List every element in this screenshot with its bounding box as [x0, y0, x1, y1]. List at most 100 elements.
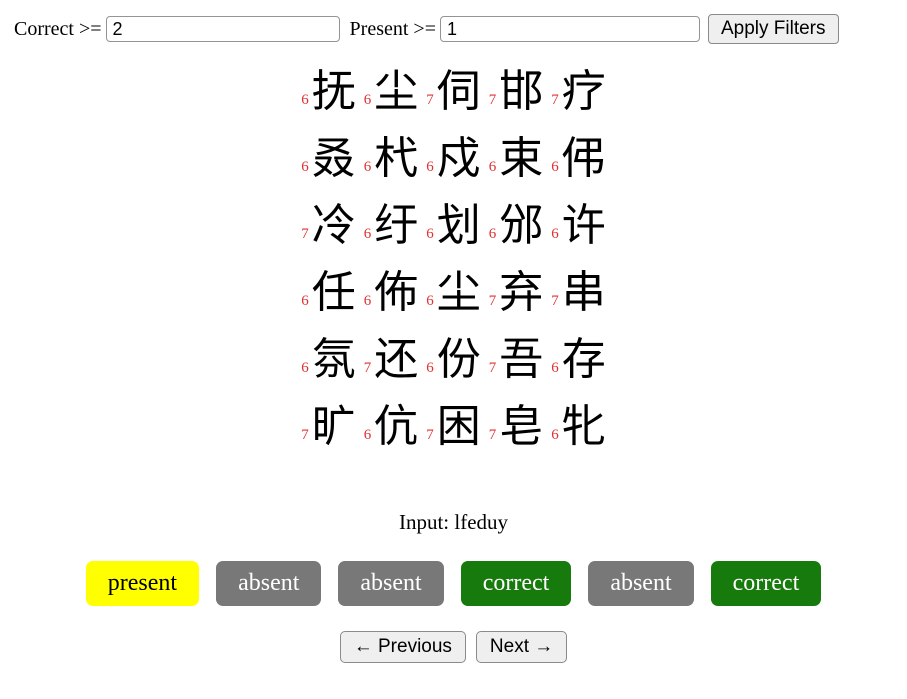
character-count: 6 — [426, 293, 434, 309]
character-glyph: 邠 — [499, 200, 544, 251]
character-count: 7 — [301, 226, 309, 242]
character-cell[interactable]: 7 皂 — [489, 405, 544, 449]
character-cell[interactable]: 6 杙 — [364, 137, 419, 181]
grid-row: 6 氛 7 还 6 份 7 吾 6 存 — [297, 338, 610, 405]
character-cell[interactable]: 7 吾 — [489, 338, 544, 382]
previous-button[interactable]: ← Previous — [339, 631, 466, 664]
character-glyph: 束 — [499, 133, 544, 184]
character-cell[interactable]: 7 困 — [426, 405, 481, 449]
present-filter-label: Present >= — [349, 17, 436, 40]
character-glyph: 许 — [561, 200, 606, 251]
character-glyph: 叒 — [311, 133, 356, 184]
character-glyph: 氛 — [311, 334, 356, 385]
character-count: 6 — [426, 360, 434, 376]
character-count: 6 — [363, 92, 372, 108]
character-count: 6 — [488, 226, 497, 242]
status-badge[interactable]: absent — [338, 561, 444, 607]
character-cell[interactable]: 7 疗 — [551, 70, 606, 114]
character-cell[interactable]: 6 任 — [301, 271, 356, 315]
character-cell[interactable]: 7 伺 — [426, 70, 481, 114]
character-glyph: 戍 — [436, 133, 481, 184]
character-glyph: 杙 — [374, 133, 419, 184]
character-grid: 6 抚 6 尘 7 伺 7 邯 7 疗 6 叒 6 杙 6 戍 6 束 6 伄 … — [0, 70, 907, 472]
character-cell[interactable]: 7 弃 — [489, 271, 544, 315]
character-cell[interactable]: 6 许 — [551, 204, 606, 248]
character-cell[interactable]: 6 伉 — [364, 405, 419, 449]
character-count: 6 — [426, 159, 434, 175]
character-count: 7 — [488, 92, 497, 108]
character-cell[interactable]: 6 邠 — [489, 204, 544, 248]
character-count: 7 — [363, 360, 372, 376]
character-count: 6 — [363, 427, 372, 443]
status-badge[interactable]: absent — [588, 561, 694, 607]
navigation-bar: ← Previous Next → — [0, 631, 907, 664]
character-cell[interactable]: 7 还 — [364, 338, 419, 382]
input-display: Input: lfeduy — [398, 510, 509, 534]
character-glyph: 纡 — [374, 200, 419, 251]
status-badge[interactable]: present — [85, 561, 200, 607]
character-count: 6 — [551, 226, 559, 242]
character-glyph: 邯 — [499, 66, 544, 117]
character-glyph: 疗 — [561, 66, 606, 117]
character-count: 6 — [301, 159, 309, 175]
character-cell[interactable]: 6 叒 — [301, 137, 356, 181]
character-glyph: 尘 — [436, 267, 481, 318]
character-cell[interactable]: 6 存 — [551, 338, 606, 382]
character-cell[interactable]: 6 尘 — [426, 271, 481, 315]
character-cell[interactable]: 6 尘 — [364, 70, 419, 114]
status-badge[interactable]: correct — [460, 561, 572, 607]
character-count: 7 — [426, 427, 434, 443]
status-badge[interactable]: absent — [216, 561, 322, 607]
character-count: 7 — [488, 293, 497, 309]
character-cell[interactable]: 6 纡 — [364, 204, 419, 248]
status-badge-row: present absent absent correct absent cor… — [0, 561, 907, 607]
character-glyph: 佈 — [374, 267, 419, 318]
correct-filter-label: Correct >= — [14, 17, 102, 40]
character-count: 6 — [363, 226, 372, 242]
character-glyph: 份 — [436, 334, 481, 385]
character-count: 7 — [488, 360, 497, 376]
status-badge[interactable]: correct — [710, 561, 822, 607]
character-count: 7 — [426, 92, 434, 108]
character-glyph: 伺 — [436, 66, 481, 117]
character-count: 6 — [363, 159, 372, 175]
character-cell[interactable]: 6 束 — [489, 137, 544, 181]
character-cell[interactable]: 7 邯 — [489, 70, 544, 114]
character-cell[interactable]: 6 氛 — [301, 338, 356, 382]
character-cell[interactable]: 6 划 — [426, 204, 481, 248]
character-glyph: 任 — [311, 267, 356, 318]
character-count: 6 — [488, 159, 497, 175]
grid-row: 6 抚 6 尘 7 伺 7 邯 7 疗 — [297, 70, 610, 137]
character-glyph: 抚 — [311, 66, 356, 117]
character-cell[interactable]: 6 伄 — [551, 137, 606, 181]
character-cell[interactable]: 6 抚 — [301, 70, 356, 114]
character-cell[interactable]: 6 戍 — [426, 137, 481, 181]
character-count: 7 — [488, 427, 497, 443]
present-threshold-input[interactable] — [439, 16, 700, 42]
character-count: 6 — [551, 427, 559, 443]
grid-row: 6 任 6 佈 6 尘 7 弃 7 串 — [297, 271, 610, 338]
correct-threshold-input[interactable] — [105, 16, 340, 42]
character-cell[interactable]: 6 牝 — [551, 405, 606, 449]
character-glyph: 皂 — [499, 401, 544, 452]
character-cell[interactable]: 6 份 — [426, 338, 481, 382]
character-glyph: 困 — [436, 401, 481, 452]
character-count: 7 — [551, 293, 559, 309]
character-cell[interactable]: 7 串 — [551, 271, 606, 315]
character-cell[interactable]: 7 旷 — [301, 405, 356, 449]
character-glyph: 存 — [561, 334, 606, 385]
grid-row: 6 叒 6 杙 6 戍 6 束 6 伄 — [297, 137, 610, 204]
character-glyph: 划 — [436, 200, 481, 251]
character-glyph: 伄 — [561, 133, 606, 184]
character-count: 6 — [551, 159, 559, 175]
apply-filters-button[interactable]: Apply Filters — [707, 14, 839, 44]
character-count: 7 — [551, 92, 559, 108]
next-button[interactable]: Next → — [475, 631, 568, 664]
grid-row: 7 旷 6 伉 7 困 7 皂 6 牝 — [297, 405, 610, 472]
character-glyph: 冷 — [311, 200, 356, 251]
character-cell[interactable]: 7 冷 — [301, 204, 356, 248]
character-glyph: 尘 — [374, 66, 419, 117]
character-count: 6 — [301, 92, 309, 108]
character-glyph: 伉 — [374, 401, 419, 452]
character-cell[interactable]: 6 佈 — [364, 271, 419, 315]
